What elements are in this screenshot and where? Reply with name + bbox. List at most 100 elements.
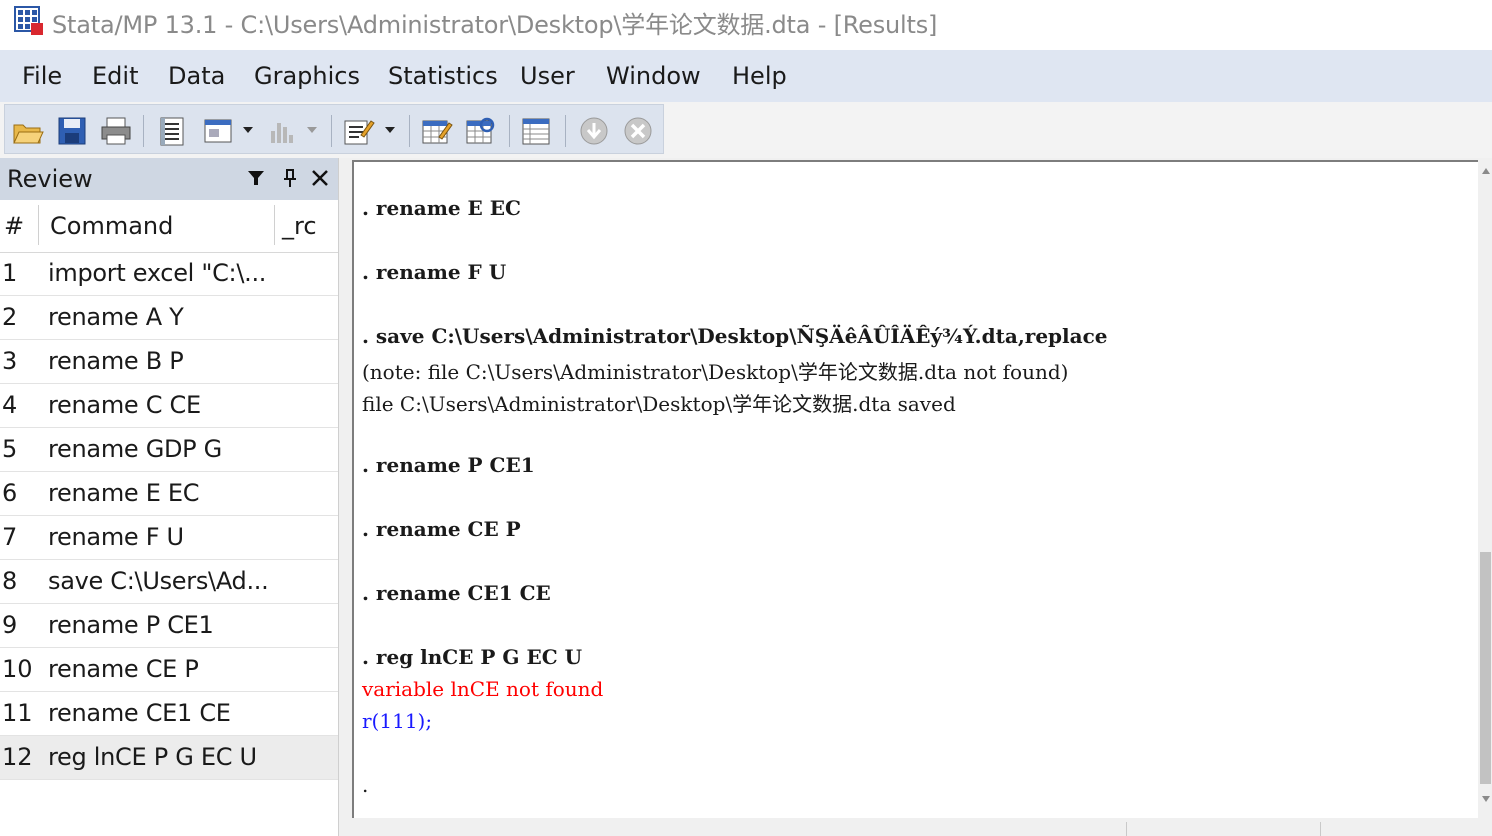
row-number: 9: [2, 611, 18, 639]
row-command: reg lnCE P G EC U: [48, 743, 257, 771]
menu-window[interactable]: Window: [606, 62, 701, 90]
column-divider[interactable]: [274, 205, 275, 245]
viewer-icon[interactable]: [201, 115, 235, 147]
row-command: rename B P: [48, 347, 184, 375]
more-icon[interactable]: [577, 115, 611, 147]
error-message: variable lnCE not found: [362, 677, 604, 701]
row-number: 5: [2, 435, 18, 463]
variables-manager-icon[interactable]: [519, 115, 553, 147]
review-row[interactable]: 7 rename F U: [0, 516, 338, 560]
stata-app-icon: [14, 6, 43, 35]
return-code-link[interactable]: r(111);: [362, 709, 432, 733]
row-number: 1: [2, 259, 18, 287]
review-row[interactable]: 10 rename CE P: [0, 648, 338, 692]
review-pane: Review # Command _rc 1 import excel "C:\.…: [0, 158, 339, 836]
menu-graphics[interactable]: Graphics: [254, 62, 360, 90]
toolbar-separator: [509, 115, 510, 147]
log-icon[interactable]: [155, 115, 189, 147]
row-number: 8: [2, 567, 18, 595]
results-line: . save C:\Users\Administrator\Desktop\ÑŞ…: [362, 324, 1108, 348]
row-command: rename GDP G: [48, 435, 222, 463]
toolbar-separator: [331, 115, 332, 147]
chevron-down-icon[interactable]: [385, 127, 395, 133]
menu-help[interactable]: Help: [732, 62, 787, 90]
row-number: 11: [2, 699, 33, 727]
menu-file[interactable]: File: [22, 62, 62, 90]
results-line: . rename CE1 CE: [362, 581, 551, 605]
chevron-down-icon[interactable]: [307, 127, 317, 133]
results-line: (note: file C:\Users\Administrator\Deskt…: [362, 360, 1069, 384]
row-command: rename CE1 CE: [48, 699, 231, 727]
row-command: rename CE P: [48, 655, 199, 683]
review-list: 1 import excel "C:\... 2 rename A Y 3 renam…: [0, 252, 338, 780]
row-command: rename A Y: [48, 303, 184, 331]
review-row-selected[interactable]: 12 reg lnCE P G EC U: [0, 736, 338, 780]
toolbar-separator: [565, 115, 566, 147]
pin-icon[interactable]: [278, 166, 302, 190]
row-command: rename C CE: [48, 391, 201, 419]
results-line: . rename P CE1: [362, 453, 535, 477]
results-line: . reg lnCE P G EC U: [362, 645, 583, 669]
results-line: . rename F U: [362, 260, 507, 284]
review-column-header: # Command _rc: [0, 200, 338, 253]
row-number: 2: [2, 303, 18, 331]
menu-data[interactable]: Data: [168, 62, 225, 90]
break-icon[interactable]: [621, 115, 655, 147]
row-number: 12: [2, 743, 33, 771]
print-icon[interactable]: [99, 115, 133, 147]
save-icon[interactable]: [55, 115, 89, 147]
review-row[interactable]: 3 rename B P: [0, 340, 338, 384]
review-row[interactable]: 6 rename E EC: [0, 472, 338, 516]
row-command: rename F U: [48, 523, 184, 551]
filter-icon[interactable]: [244, 166, 268, 190]
row-command: import excel "C:\...: [48, 259, 267, 287]
review-header: Review: [0, 158, 338, 200]
row-command: save C:\Users\Ad...: [48, 567, 269, 595]
review-row[interactable]: 4 rename C CE: [0, 384, 338, 428]
toolbar: [4, 104, 664, 154]
row-number: 3: [2, 347, 18, 375]
review-row[interactable]: 2 rename A Y: [0, 296, 338, 340]
row-number: 4: [2, 391, 18, 419]
do-file-editor-icon[interactable]: [341, 115, 375, 147]
row-command: rename E EC: [48, 479, 200, 507]
open-icon[interactable]: [11, 115, 45, 147]
data-browser-icon[interactable]: [463, 115, 497, 147]
column-divider[interactable]: [38, 205, 39, 245]
close-icon[interactable]: [308, 166, 332, 190]
chevron-down-icon[interactable]: [243, 127, 253, 133]
results-prompt: .: [362, 773, 369, 797]
window-title: Stata/MP 13.1 - C:\Users\Administrator\D…: [52, 11, 938, 39]
menu-statistics[interactable]: Statistics: [388, 62, 498, 90]
menu-bar: File Edit Data Graphics Statistics User …: [0, 50, 1492, 102]
scroll-up-icon[interactable]: [1482, 168, 1490, 174]
row-number: 7: [2, 523, 18, 551]
review-row[interactable]: 8 save C:\Users\Ad...: [0, 560, 338, 604]
results-line: . rename CE P: [362, 517, 521, 541]
review-title: Review: [7, 165, 93, 193]
graph-icon[interactable]: [265, 115, 299, 147]
row-command: rename P CE1: [48, 611, 214, 639]
review-row[interactable]: 9 rename P CE1: [0, 604, 338, 648]
title-bar: Stata/MP 13.1 - C:\Users\Administrator\D…: [0, 0, 1492, 48]
results-line: . rename E EC: [362, 196, 521, 220]
column-command[interactable]: Command: [50, 212, 173, 240]
toolbar-separator: [143, 115, 144, 147]
scroll-down-icon[interactable]: [1482, 796, 1490, 802]
review-row[interactable]: 11 rename CE1 CE: [0, 692, 338, 736]
results-window[interactable]: . rename E EC . rename F U . save C:\Use…: [352, 160, 1478, 818]
results-line: file C:\Users\Administrator\Desktop\学年论文…: [362, 392, 956, 416]
menu-edit[interactable]: Edit: [92, 62, 138, 90]
row-number: 10: [2, 655, 33, 683]
toolbar-separator: [409, 115, 410, 147]
data-editor-icon[interactable]: [419, 115, 453, 147]
column-number[interactable]: #: [4, 212, 24, 240]
status-divider: [1320, 822, 1321, 836]
row-number: 6: [2, 479, 18, 507]
review-row[interactable]: 1 import excel "C:\...: [0, 252, 338, 296]
scrollbar-thumb[interactable]: [1480, 552, 1491, 784]
menu-user[interactable]: User: [520, 62, 575, 90]
status-divider: [1126, 822, 1127, 836]
column-rc[interactable]: _rc: [282, 212, 317, 240]
review-row[interactable]: 5 rename GDP G: [0, 428, 338, 472]
